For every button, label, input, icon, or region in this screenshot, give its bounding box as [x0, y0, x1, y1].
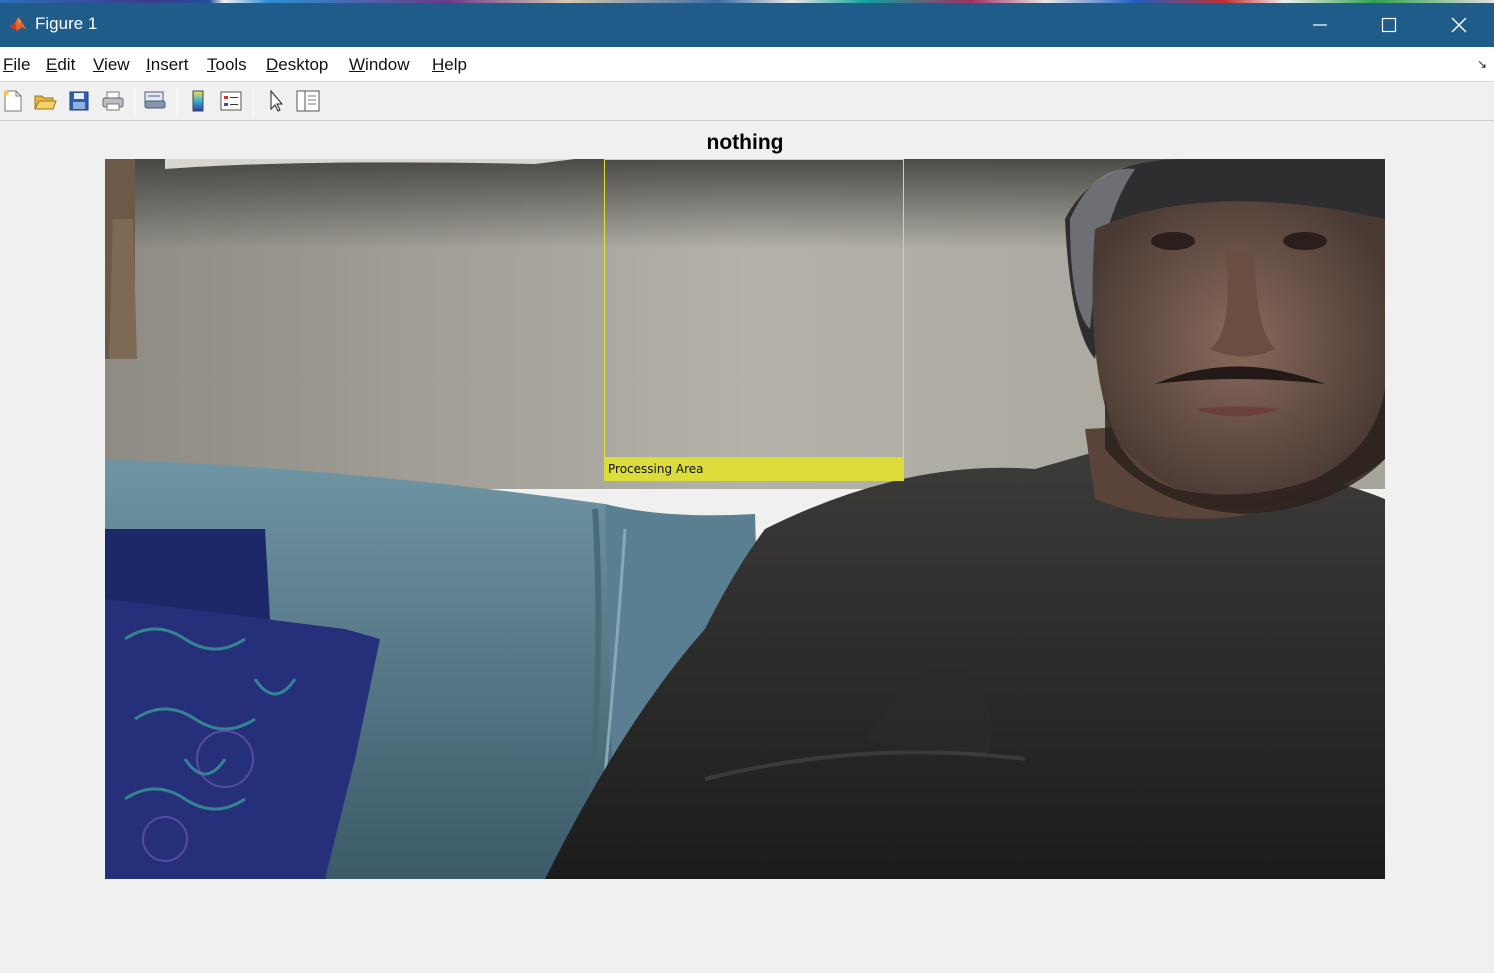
print-icon[interactable]	[100, 88, 126, 114]
open-file-icon[interactable]	[32, 88, 58, 114]
axes-title: nothing	[706, 131, 784, 154]
menu-desktop[interactable]: Desktop	[266, 55, 328, 75]
menu-insert[interactable]: Insert	[146, 55, 189, 75]
matlab-logo-icon	[8, 15, 28, 33]
window-titlebar: Figure 1	[0, 0, 1494, 47]
maximize-icon	[1381, 17, 1397, 33]
toolbar-separator	[177, 87, 178, 117]
save-icon[interactable]	[66, 88, 92, 114]
close-icon	[1451, 17, 1467, 33]
menu-view[interactable]: View	[93, 55, 130, 75]
maximize-button[interactable]	[1354, 3, 1424, 47]
close-button[interactable]	[1424, 3, 1494, 47]
menu-tools[interactable]: Tools	[207, 55, 247, 75]
print-preview-icon[interactable]	[142, 88, 168, 114]
menu-bar: File Edit View Insert Tools Desktop Wind…	[0, 47, 1494, 82]
window-title: Figure 1	[35, 14, 98, 33]
pointer-icon[interactable]	[262, 88, 288, 114]
taskbar-strip	[0, 0, 1494, 3]
property-inspector-icon[interactable]	[295, 88, 321, 114]
dock-arrow-icon[interactable]: ↘	[1477, 57, 1487, 71]
legend-icon[interactable]	[218, 88, 244, 114]
minimize-button[interactable]	[1285, 3, 1355, 47]
toolbar-separator	[253, 87, 254, 117]
new-figure-icon[interactable]	[0, 88, 26, 114]
menu-edit[interactable]: Edit	[46, 55, 75, 75]
menu-window[interactable]: Window	[349, 55, 409, 75]
colorbar-icon[interactable]	[185, 88, 211, 114]
processing-area-label: Processing Area	[604, 457, 904, 481]
figure-toolbar	[0, 82, 1494, 121]
menu-file[interactable]: File	[3, 55, 30, 75]
menu-help[interactable]: Help	[432, 55, 467, 75]
toolbar-separator	[134, 87, 135, 117]
minimize-icon	[1313, 24, 1327, 26]
processing-area-box	[604, 159, 904, 481]
